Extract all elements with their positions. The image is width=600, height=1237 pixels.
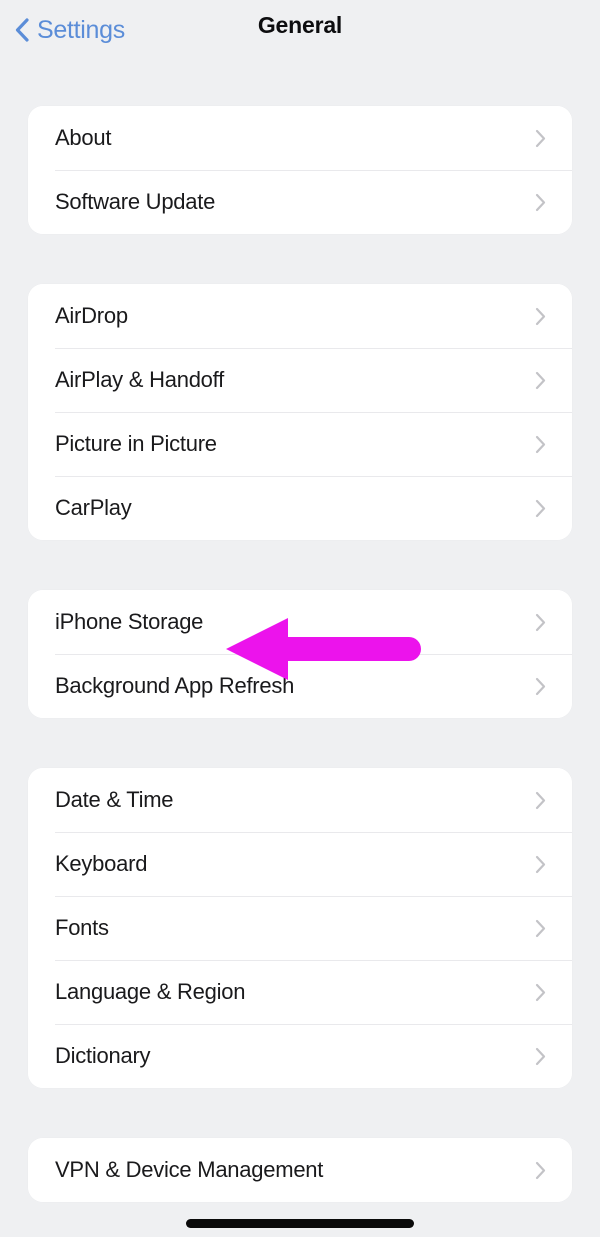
chevron-right-icon: [535, 1161, 546, 1179]
group-management: VPN & Device Management: [28, 1138, 572, 1202]
settings-row[interactable]: Dictionary: [28, 1024, 572, 1088]
settings-row-label: Dictionary: [55, 1043, 151, 1068]
settings-row-label: Date & Time: [55, 787, 174, 812]
settings-row-label: Keyboard: [55, 851, 148, 876]
settings-row-label: iPhone Storage: [55, 609, 204, 634]
settings-row-label: Language & Region: [55, 979, 246, 1004]
chevron-right-icon: [535, 919, 546, 937]
chevron-right-icon: [535, 613, 546, 631]
chevron-right-icon: [535, 193, 546, 211]
settings-row[interactable]: Fonts: [28, 896, 572, 960]
settings-row[interactable]: About: [28, 106, 572, 170]
settings-row[interactable]: AirDrop: [28, 284, 572, 348]
settings-row[interactable]: VPN & Device Management: [28, 1138, 572, 1202]
page-title: General: [257, 12, 343, 38]
settings-row[interactable]: Picture in Picture: [28, 412, 572, 476]
settings-row[interactable]: Date & Time: [28, 768, 572, 832]
group-locale: Date & Time Keyboard Fonts Language & Regio…: [28, 768, 572, 1088]
settings-row-label: AirDrop: [55, 303, 128, 328]
chevron-right-icon: [535, 499, 546, 517]
chevron-right-icon: [535, 435, 546, 453]
settings-row-label: VPN & Device Management: [55, 1157, 324, 1182]
chevron-right-icon: [535, 307, 546, 325]
settings-row-label: Fonts: [55, 915, 109, 940]
navigation-bar: Settings General: [0, 0, 600, 78]
settings-row-label: CarPlay: [55, 495, 132, 520]
chevron-right-icon: [535, 855, 546, 873]
chevron-right-icon: [535, 371, 546, 389]
settings-row-label: AirPlay & Handoff: [55, 367, 224, 392]
home-indicator-area: [0, 1219, 600, 1228]
settings-row[interactable]: iPhone Storage: [28, 590, 572, 654]
chevron-right-icon: [535, 677, 546, 695]
settings-row[interactable]: Language & Region: [28, 960, 572, 1024]
chevron-right-icon: [535, 129, 546, 147]
group-system: About Software Update: [28, 106, 572, 234]
group-storage: iPhone Storage Background App Refresh: [28, 590, 572, 718]
chevron-right-icon: [535, 791, 546, 809]
settings-row-label: About: [55, 125, 112, 150]
settings-row[interactable]: CarPlay: [28, 476, 572, 540]
settings-row[interactable]: Background App Refresh: [28, 654, 572, 718]
settings-row[interactable]: AirPlay & Handoff: [28, 348, 572, 412]
settings-row-label: Software Update: [55, 189, 216, 214]
group-connectivity: AirDrop AirPlay & Handoff Picture in Pictu…: [28, 284, 572, 540]
settings-row[interactable]: Keyboard: [28, 832, 572, 896]
chevron-right-icon: [535, 983, 546, 1001]
home-indicator-bar: [186, 1219, 414, 1228]
settings-row-label: Picture in Picture: [55, 431, 217, 456]
chevron-right-icon: [535, 1047, 546, 1065]
settings-list: About Software Update AirDrop AirPlay & Han…: [0, 106, 600, 1202]
settings-row[interactable]: Software Update: [28, 170, 572, 234]
settings-row-label: Background App Refresh: [55, 673, 295, 698]
